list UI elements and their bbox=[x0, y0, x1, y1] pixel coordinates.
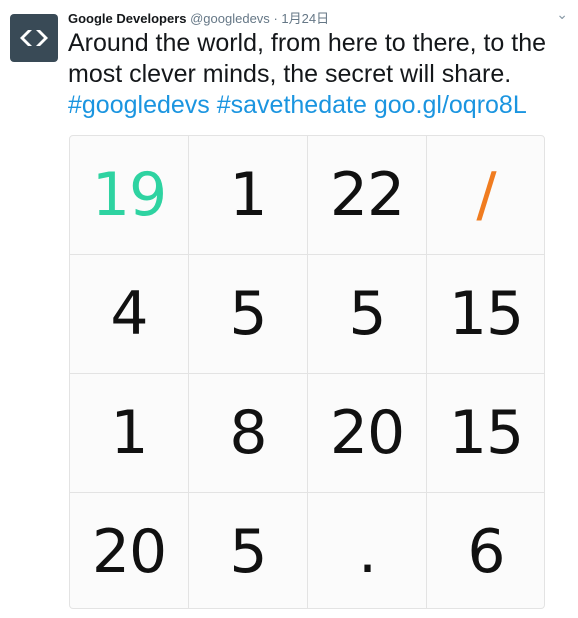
author-name[interactable]: Google Developers bbox=[68, 11, 186, 26]
hashtag-savethedate[interactable]: #savethedate bbox=[217, 91, 367, 119]
grid-cell: 15 bbox=[427, 374, 544, 492]
header-separator: · bbox=[273, 11, 278, 26]
grid-cell: / bbox=[427, 136, 544, 254]
tweet-body: Around the world, from here to there, to… bbox=[68, 29, 547, 88]
grid-cell: 5 bbox=[189, 493, 307, 608]
tweet-header: Google Developers @googledevs · 1月24日 bbox=[68, 8, 329, 27]
grid-cell: 19 bbox=[70, 136, 188, 254]
author-avatar[interactable] bbox=[10, 14, 58, 62]
grid-cell: 5 bbox=[308, 255, 426, 373]
grid-cell: 4 bbox=[70, 255, 188, 373]
grid-cell: 1 bbox=[70, 374, 188, 492]
chevron-down-icon[interactable]: ⌄ bbox=[556, 6, 568, 23]
grid-cell: 1 bbox=[189, 136, 307, 254]
grid-cell: 15 bbox=[427, 255, 544, 373]
hashtag-googledevs[interactable]: #googledevs bbox=[68, 91, 210, 119]
grid-cell: 6 bbox=[427, 493, 544, 608]
author-handle[interactable]: @googledevs bbox=[190, 11, 270, 26]
grid-cell: . bbox=[308, 493, 426, 608]
grid-cell: 20 bbox=[70, 493, 188, 608]
tweet-link[interactable]: goo.gl/oqro8L bbox=[374, 91, 527, 119]
grid-cell: 8 bbox=[189, 374, 307, 492]
tweet-text: Around the world, from here to there, to… bbox=[68, 28, 573, 121]
grid-cell: 22 bbox=[308, 136, 426, 254]
number-grid-image[interactable]: 19 1 22/4 5 5 15 1 8 20 15 20 5. 6 bbox=[69, 135, 545, 609]
google-developers-logo-icon bbox=[20, 30, 48, 46]
tweet-date[interactable]: 1月24日 bbox=[281, 11, 329, 26]
grid-cell: 5 bbox=[189, 255, 307, 373]
grid-cell: 20 bbox=[308, 374, 426, 492]
